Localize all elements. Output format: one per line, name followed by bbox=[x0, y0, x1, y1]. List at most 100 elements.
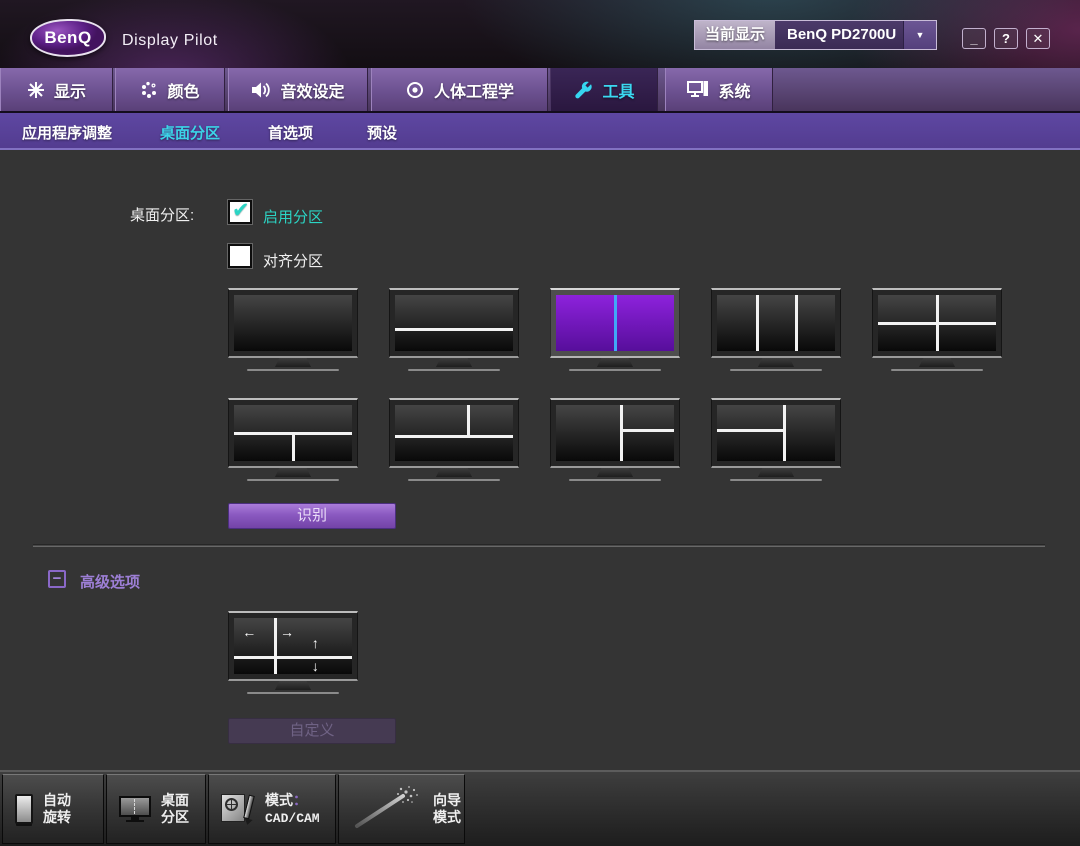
monitor-stand bbox=[275, 468, 311, 477]
monitor-bezel: ← → ↑ ↓ bbox=[228, 611, 358, 681]
monitor-base bbox=[247, 369, 339, 371]
colon-accent: ： bbox=[293, 792, 307, 808]
resize-arrow-right-icon: → bbox=[280, 625, 294, 639]
monitor-bezel bbox=[872, 288, 1002, 358]
partition-layout-split-vertical-3[interactable] bbox=[711, 288, 841, 371]
monitor-stand bbox=[436, 358, 472, 367]
identify-button[interactable]: 识别 bbox=[228, 503, 396, 529]
monitor-base bbox=[247, 692, 339, 694]
monitor-bezel bbox=[228, 288, 358, 358]
custom-partition-preview: ← → ↑ ↓ bbox=[228, 611, 358, 694]
partition-split-line bbox=[467, 405, 470, 436]
auto-rotate-button[interactable]: 自动旋转 bbox=[2, 774, 104, 844]
partition-layout-quad[interactable] bbox=[872, 288, 1002, 371]
subnav-item-app-adjust[interactable]: 应用程序调整 bbox=[22, 122, 112, 143]
resize-arrow-up-icon: ↑ bbox=[312, 636, 319, 650]
partition-layout-single[interactable] bbox=[228, 288, 358, 371]
partition-layout-split-horizontal-2[interactable] bbox=[389, 288, 519, 371]
monitor-base bbox=[730, 479, 822, 481]
benq-logo: BenQ bbox=[30, 19, 106, 57]
tab-label: 人体工程学 bbox=[434, 78, 514, 102]
current-display-label: 当前显示 bbox=[695, 21, 775, 49]
tab-tools[interactable]: 工具 bbox=[550, 68, 658, 111]
align-partition-checkbox[interactable] bbox=[228, 244, 252, 268]
color-icon bbox=[140, 81, 158, 99]
subnav-item-presets[interactable]: 预设 bbox=[367, 122, 397, 143]
partition-layout-split-vertical-2[interactable] bbox=[550, 288, 680, 371]
title-bar: BenQ Display Pilot 当前显示 BenQ PD2700U ▼ _… bbox=[0, 0, 1080, 68]
monitor-stand bbox=[919, 358, 955, 367]
monitor-bezel bbox=[389, 398, 519, 468]
custom-partition-screen: ← → ↑ ↓ bbox=[234, 618, 352, 674]
monitor-bezel bbox=[389, 288, 519, 358]
monitor-bezel bbox=[711, 398, 841, 468]
monitor-screen bbox=[878, 295, 996, 351]
align-partition-label[interactable]: 对齐分区 bbox=[263, 250, 323, 271]
desktop-partition-icon bbox=[119, 796, 151, 823]
display-icon bbox=[27, 81, 45, 99]
monitor-screen bbox=[717, 405, 835, 461]
section-divider bbox=[33, 544, 1045, 547]
partition-layout-top-split-bottom-full[interactable] bbox=[389, 398, 519, 481]
partition-layout-row-2 bbox=[228, 398, 841, 481]
partition-split-line bbox=[292, 433, 295, 461]
tab-ergonomics[interactable]: 人体工程学 bbox=[371, 68, 548, 111]
auto-rotate-icon bbox=[15, 794, 33, 824]
current-display-selector: 当前显示 BenQ PD2700U ▼ bbox=[694, 20, 937, 50]
enable-partition-label[interactable]: 启用分区 bbox=[263, 206, 323, 227]
partition-layout-row-1 bbox=[228, 288, 1002, 371]
partition-split-line bbox=[878, 322, 996, 325]
monitor-screen bbox=[556, 405, 674, 461]
partition-split-line bbox=[621, 429, 674, 432]
subnav-item-preferences[interactable]: 首选项 bbox=[268, 122, 313, 143]
monitor-stand bbox=[436, 468, 472, 477]
monitor-bezel bbox=[550, 288, 680, 358]
monitor-stand bbox=[597, 468, 633, 477]
display-model-dropdown[interactable]: BenQ PD2700U bbox=[775, 21, 903, 49]
collapse-minus-icon[interactable]: − bbox=[48, 570, 66, 588]
help-button[interactable]: ? bbox=[994, 28, 1018, 49]
cad-cam-mode-button[interactable]: 模式：CAD/CAM bbox=[208, 774, 336, 844]
resize-arrow-left-icon: ← bbox=[242, 625, 256, 639]
wizard-mode-button[interactable]: 向导模式 bbox=[338, 774, 465, 844]
customize-button-disabled: 自定义 bbox=[228, 718, 396, 744]
tab-display[interactable]: 显示 bbox=[0, 68, 113, 111]
partition-layout-left-full-right-split[interactable] bbox=[550, 398, 680, 481]
tab-label: 系统 bbox=[718, 78, 750, 102]
partition-split-line bbox=[395, 328, 513, 331]
monitor-base bbox=[730, 369, 822, 371]
tab-audio[interactable]: 音效设定 bbox=[228, 68, 368, 111]
tab-color[interactable]: 颜色 bbox=[115, 68, 225, 111]
tab-label: 工具 bbox=[602, 78, 634, 102]
partition-split-line bbox=[756, 295, 759, 351]
enable-partition-checkbox[interactable] bbox=[228, 200, 252, 224]
monitor-bezel bbox=[550, 398, 680, 468]
ergonomics-eye-icon bbox=[405, 81, 425, 99]
display-pilot-window: BenQ Display Pilot 当前显示 BenQ PD2700U ▼ _… bbox=[0, 0, 1080, 846]
close-button[interactable]: ✕ bbox=[1026, 28, 1050, 49]
desktop-partition-button[interactable]: 桌面分区 bbox=[106, 774, 206, 844]
monitor-screen bbox=[395, 295, 513, 351]
main-nav: 显示 颜色 音效设定 人体工程学 工具 bbox=[0, 68, 1080, 113]
monitor-base bbox=[408, 369, 500, 371]
partition-section-label: 桌面分区: bbox=[130, 204, 194, 225]
monitor-base bbox=[247, 479, 339, 481]
partition-split-line bbox=[717, 429, 784, 432]
partition-split-line bbox=[783, 405, 786, 461]
minimize-button[interactable]: _ bbox=[962, 28, 986, 49]
partition-split-line bbox=[234, 656, 352, 659]
sub-nav: 应用程序调整 桌面分区 首选项 预设 bbox=[0, 113, 1080, 150]
monitor-stand bbox=[758, 358, 794, 367]
monitor-screen bbox=[556, 295, 674, 351]
monitor-bezel bbox=[228, 398, 358, 468]
monitor-screen bbox=[395, 405, 513, 461]
partition-layout-top-full-bottom-split[interactable] bbox=[228, 398, 358, 481]
partition-layout-right-full-left-split[interactable] bbox=[711, 398, 841, 481]
system-icon bbox=[687, 80, 709, 99]
chevron-down-icon[interactable]: ▼ bbox=[903, 21, 936, 49]
tab-system[interactable]: 系统 bbox=[665, 68, 773, 111]
subnav-item-desktop-partition[interactable]: 桌面分区 bbox=[160, 122, 220, 143]
tab-label: 显示 bbox=[54, 78, 86, 102]
tab-label: 音效设定 bbox=[280, 78, 344, 102]
advanced-options-label[interactable]: 高级选项 bbox=[80, 571, 140, 592]
